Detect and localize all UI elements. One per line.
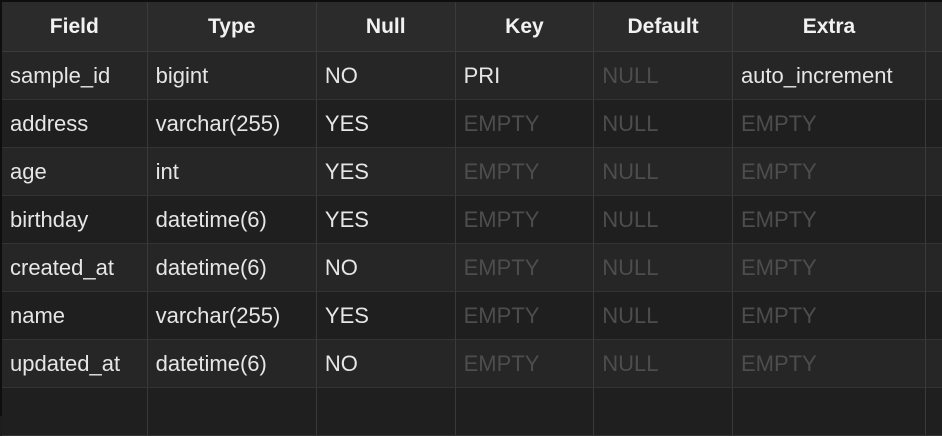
- table-structure-grid: Field Type Null Key Default Extra sample…: [0, 0, 942, 436]
- cell-extra[interactable]: EMPTY: [732, 292, 927, 340]
- cell-extra[interactable]: EMPTY: [732, 244, 927, 292]
- cell-key[interactable]: EMPTY: [455, 292, 595, 340]
- column-header-default[interactable]: Default: [594, 2, 733, 51]
- table-row[interactable]: sample_id bigint NO PRI NULL auto_increment: [2, 52, 942, 100]
- cell-null[interactable]: NO: [316, 244, 456, 292]
- cell-filler: [926, 52, 942, 100]
- cell-key[interactable]: EMPTY: [455, 196, 595, 244]
- column-header-key[interactable]: Key: [456, 2, 595, 51]
- cell-key[interactable]: PRI: [455, 52, 595, 100]
- cell-extra[interactable]: EMPTY: [732, 196, 927, 244]
- cell-field[interactable]: sample_id: [2, 52, 148, 100]
- column-header-extra[interactable]: Extra: [733, 2, 927, 51]
- table-body: sample_id bigint NO PRI NULL auto_increment ad…: [2, 52, 942, 388]
- cell-null[interactable]: NO: [316, 340, 456, 388]
- table-row[interactable]: created_at datetime(6) NO EMPTY NULL EMPTY: [2, 244, 942, 292]
- cell-key[interactable]: EMPTY: [455, 100, 595, 148]
- cell-default[interactable]: [594, 388, 733, 436]
- cell-default[interactable]: NULL: [594, 100, 733, 148]
- cell-default[interactable]: NULL: [594, 340, 733, 388]
- cell-null[interactable]: [316, 388, 456, 436]
- table-header-row: Field Type Null Key Default Extra: [2, 2, 942, 52]
- cell-type[interactable]: varchar(255): [147, 100, 317, 148]
- table-row[interactable]: birthday datetime(6) YES EMPTY NULL EMPTY: [2, 196, 942, 244]
- cell-field[interactable]: [2, 388, 148, 436]
- cell-default[interactable]: NULL: [594, 292, 733, 340]
- cell-type[interactable]: varchar(255): [147, 292, 317, 340]
- cell-filler: [926, 196, 942, 244]
- cell-field[interactable]: address: [2, 100, 148, 148]
- cell-null[interactable]: NO: [316, 52, 456, 100]
- cell-field[interactable]: updated_at: [2, 340, 148, 388]
- cell-default[interactable]: NULL: [594, 196, 733, 244]
- cell-null[interactable]: YES: [316, 292, 456, 340]
- cell-filler: [926, 244, 942, 292]
- cell-extra[interactable]: EMPTY: [732, 100, 927, 148]
- table-row[interactable]: age int YES EMPTY NULL EMPTY: [2, 148, 942, 196]
- cell-default[interactable]: NULL: [594, 244, 733, 292]
- cell-field[interactable]: birthday: [2, 196, 148, 244]
- cell-filler: [926, 340, 942, 388]
- cell-filler: [926, 100, 942, 148]
- cell-type[interactable]: datetime(6): [147, 244, 317, 292]
- cell-key[interactable]: EMPTY: [455, 244, 595, 292]
- cell-type[interactable]: int: [147, 148, 317, 196]
- column-header-null[interactable]: Null: [317, 2, 456, 51]
- cell-filler: [926, 148, 942, 196]
- cell-field[interactable]: created_at: [2, 244, 148, 292]
- cell-null[interactable]: YES: [316, 100, 456, 148]
- cell-filler: [926, 388, 942, 436]
- cell-filler: [926, 292, 942, 340]
- cell-extra[interactable]: EMPTY: [732, 148, 927, 196]
- column-header-filler: [926, 2, 942, 51]
- table-row-empty: [2, 388, 942, 436]
- cell-null[interactable]: YES: [316, 148, 456, 196]
- cell-type[interactable]: [147, 388, 317, 436]
- cell-type[interactable]: bigint: [147, 52, 317, 100]
- cell-default[interactable]: NULL: [594, 52, 733, 100]
- table-row[interactable]: updated_at datetime(6) NO EMPTY NULL EMPTY: [2, 340, 942, 388]
- cell-extra[interactable]: auto_increment: [732, 52, 927, 100]
- cell-extra[interactable]: [732, 388, 927, 436]
- cell-key[interactable]: EMPTY: [455, 340, 595, 388]
- cell-field[interactable]: name: [2, 292, 148, 340]
- cell-type[interactable]: datetime(6): [147, 340, 317, 388]
- column-header-type[interactable]: Type: [148, 2, 317, 51]
- cell-key[interactable]: EMPTY: [455, 148, 595, 196]
- table-row[interactable]: address varchar(255) YES EMPTY NULL EMPTY: [2, 100, 942, 148]
- cell-type[interactable]: datetime(6): [147, 196, 317, 244]
- column-header-field[interactable]: Field: [2, 2, 148, 51]
- cell-extra[interactable]: EMPTY: [732, 340, 927, 388]
- cell-field[interactable]: age: [2, 148, 148, 196]
- table-row[interactable]: name varchar(255) YES EMPTY NULL EMPTY: [2, 292, 942, 340]
- cell-key[interactable]: [455, 388, 595, 436]
- cell-default[interactable]: NULL: [594, 148, 733, 196]
- cell-null[interactable]: YES: [316, 196, 456, 244]
